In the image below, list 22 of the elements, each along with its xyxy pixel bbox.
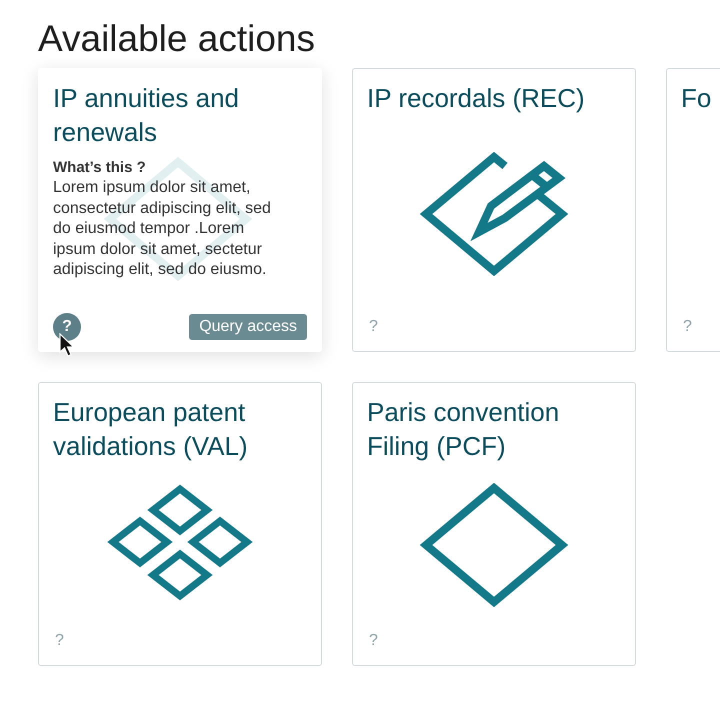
- help-heading: What’s this ?: [53, 159, 146, 176]
- four-diamonds-icon: [107, 484, 253, 600]
- diamond-icon: [420, 483, 568, 607]
- pencil-on-paper-icon: [420, 152, 568, 276]
- query-access-button[interactable]: Query access: [189, 314, 307, 340]
- card-title: Fo: [681, 82, 712, 115]
- help-button[interactable]: ?: [681, 318, 692, 336]
- card-title: Paris convention Filing (PCF): [367, 396, 560, 463]
- mouse-cursor-icon: [59, 333, 75, 357]
- help-button[interactable]: ?: [367, 318, 378, 336]
- card-title: European patent validations (VAL): [53, 396, 249, 463]
- page-heading: Available actions: [37, 17, 316, 61]
- action-card[interactable]: Fo ?: [666, 68, 720, 352]
- help-button[interactable]: ?: [367, 632, 378, 650]
- help-button[interactable]: ?: [53, 313, 81, 341]
- help-button[interactable]: ?: [53, 632, 64, 650]
- help-text: Lorem ipsum dolor sit amet, consectetur adipiscing elit, sed do eiusmod tempor .Lorem ipsum dolor sit amet, sectetur adipiscing elit, sed do eiusmo.: [53, 178, 272, 280]
- card-title: IP recordals (REC): [367, 82, 586, 115]
- action-card[interactable]: Paris convention Filing (PCF) ?: [352, 382, 636, 666]
- card-title: IP annuities and renewals: [53, 82, 240, 149]
- action-card[interactable]: European patent validations (VAL) ?: [38, 382, 322, 666]
- action-card[interactable]: IP recordals (REC) ?: [352, 68, 636, 352]
